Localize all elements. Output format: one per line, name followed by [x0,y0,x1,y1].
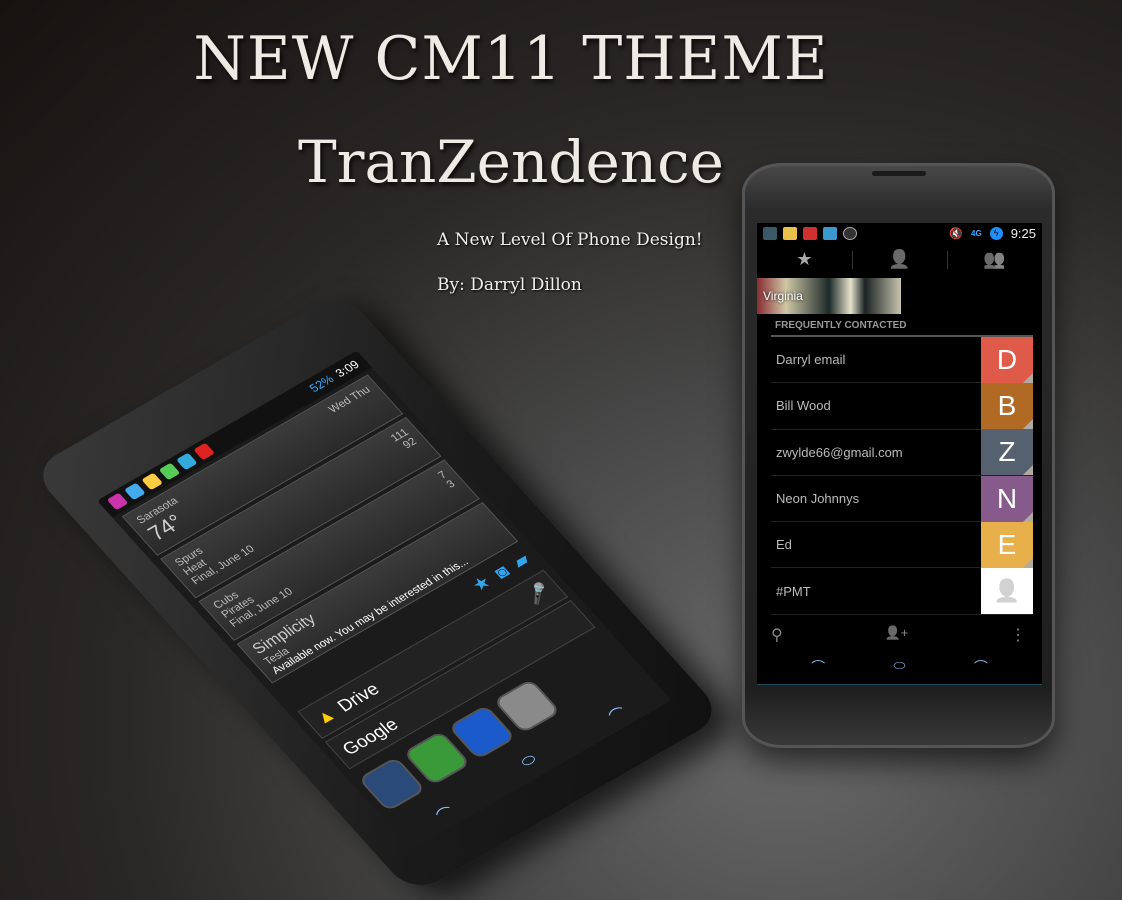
app-icon [124,482,146,501]
back-icon[interactable]: ⌒ [811,657,825,677]
contacts-tabs: ★ 👤 👥 [757,243,1042,275]
contact-name: zwylde66@gmail.com [776,444,903,460]
status-bar: 🔇 4G ϟ 9:25 [757,223,1042,243]
drive-icon: ▲ [310,703,340,728]
tab-favorites[interactable]: ★ [757,249,852,270]
clock: 3:09 [332,357,363,380]
group-icon: 👥 [983,248,1006,269]
google-plus-icon [803,226,817,240]
contact-letter-tile[interactable]: N [981,475,1033,522]
nav-bar: ⌒ ⬭ ⌒ [757,645,1042,677]
star-icon: ★ [796,248,813,269]
left-phone: 52% 3:09 Sarasota 74° Wed Thu Spurs Heat… [30,290,725,896]
search-icon[interactable]: ⚲ [771,625,783,645]
app-icon [141,472,164,491]
contact-letter-tile[interactable]: B [981,382,1033,429]
contact-name: Darryl email [776,352,846,368]
battery-charging-icon: ϟ [989,226,1003,240]
contact-row[interactable]: Ed E [771,521,1033,569]
mute-icon: 🔇 [949,227,964,240]
microphone-icon[interactable]: 🎤 [521,580,555,607]
contact-letter-tile[interactable]: D [981,336,1033,383]
section-header: FREQUENTLY CONTACTED [771,320,1033,337]
app-icon [175,452,198,471]
chat-icon [823,226,837,240]
home-icon[interactable]: ⬭ [517,751,545,776]
headline-title: NEW CM11 THEME [193,24,829,94]
person-icon: 👤 [888,248,911,269]
contact-letter-tile[interactable]: 👤 [981,568,1033,615]
file-add-icon[interactable]: ▰ [508,550,534,573]
back-icon[interactable]: ⌒ [430,800,460,826]
contact-letter-tile[interactable]: Z [981,429,1033,476]
home-icon[interactable]: ⬭ [894,657,906,677]
favorite-name: Virginia [763,289,803,303]
contact-row[interactable]: Bill Wood B [771,382,1033,430]
right-phone: 🔇 4G ϟ 9:25 ★ 👤 👥 Virginia FREQUENTLY CO… [742,163,1055,748]
star-icon[interactable]: ★ [467,572,495,596]
contact-name: Neon Johnnys [776,491,860,507]
app-icon [193,442,215,461]
byline: By: Darryl Dillon [437,275,582,295]
network-indicator: 4G [971,228,982,238]
add-contact-icon[interactable]: 👤+ [884,625,908,645]
contact-row[interactable]: #PMT 👤 [771,568,1033,615]
screen-divider [757,684,1042,685]
overflow-menu-icon[interactable]: ⋮ [1010,625,1026,645]
app-icon [763,226,777,240]
tab-contacts[interactable]: 👤 [852,249,947,270]
contact-letter-tile[interactable]: E [981,521,1033,568]
favorite-contact-tile[interactable]: Virginia [757,278,901,314]
contact-row[interactable]: Neon Johnnys N [771,475,1033,523]
recents-icon[interactable]: ⌒ [974,657,988,677]
contact-name: Bill Wood [776,398,831,414]
drive-label: Drive [332,678,383,716]
email-icon [783,226,797,240]
contact-name: #PMT [776,583,811,599]
tab-groups[interactable]: 👥 [947,249,1042,270]
right-phone-screen: 🔇 4G ϟ 9:25 ★ 👤 👥 Virginia FREQUENTLY CO… [757,223,1042,685]
missed-call-icon [843,226,857,240]
contact-row[interactable]: Darryl email D [771,336,1033,384]
contact-list: Darryl email D Bill Wood Bzwylde66@gmail.co… [771,336,1033,615]
camera-add-icon[interactable]: ◙ [490,561,514,582]
app-icon [106,492,129,511]
clock: 9:25 [1010,225,1036,241]
left-phone-screen: 52% 3:09 Sarasota 74° Wed Thu Spurs Heat… [97,350,672,851]
contact-name: Ed [776,537,792,553]
battery-percent: 52% [306,372,337,395]
contact-row[interactable]: zwylde66@gmail.com Z [771,429,1033,476]
tagline: A New Level Of Phone Design! [437,230,703,250]
app-icon [158,462,181,481]
recents-icon[interactable]: ⌒ [602,701,632,727]
speaker-grille [872,171,926,176]
bottom-action-bar: ⚲ 👤+ ⋮ [757,615,1042,645]
